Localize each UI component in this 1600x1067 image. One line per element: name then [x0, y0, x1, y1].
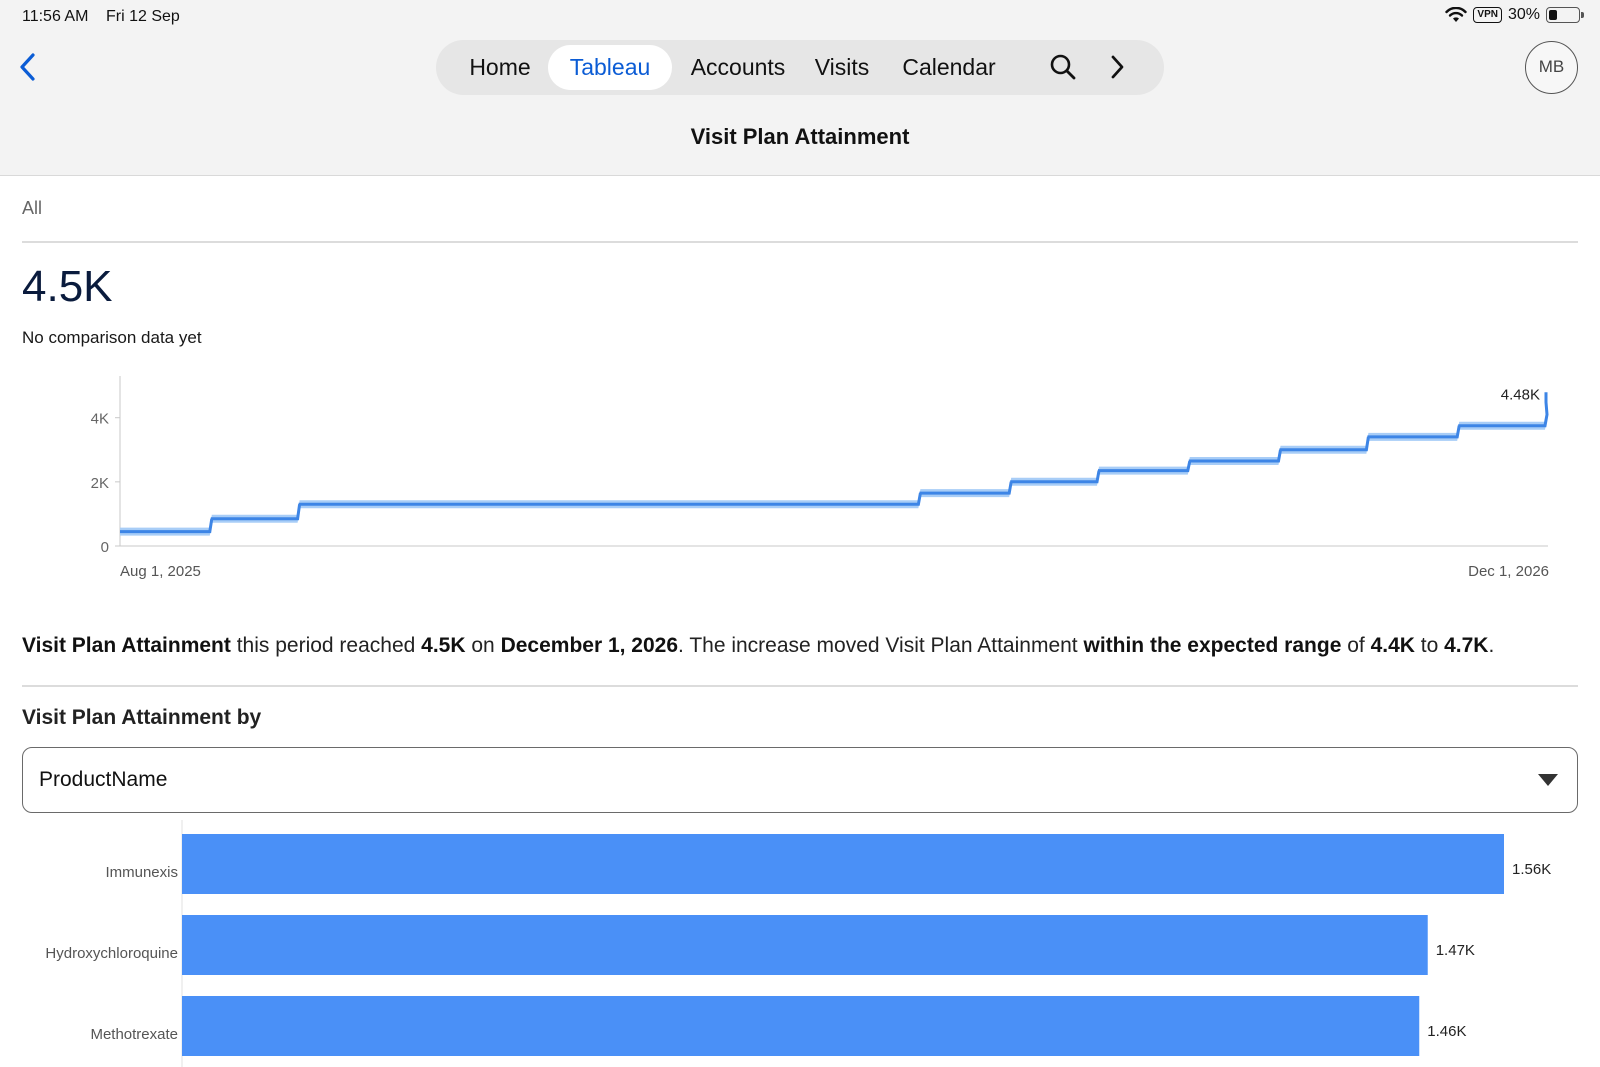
- filter-label[interactable]: All: [22, 198, 42, 219]
- insight-text-part: . The increase moved Visit Plan Attainme…: [678, 634, 1084, 657]
- tab-visits[interactable]: Visits: [804, 45, 880, 90]
- category-label: Hydroxychloroquine: [45, 945, 178, 962]
- battery-percentage: 30%: [1507, 6, 1540, 23]
- chevron-left-icon: [20, 53, 35, 81]
- status-indicators: VPN 30%: [1445, 6, 1584, 24]
- status-time: 11:56 AM: [22, 8, 89, 25]
- insight-text-part: Visit Plan Attainment: [22, 634, 231, 657]
- avatar[interactable]: MB: [1525, 41, 1578, 94]
- tab-accounts[interactable]: Accounts: [682, 45, 794, 90]
- insight-text-part: to: [1414, 634, 1445, 657]
- nav-tab-bar: Home Tableau Accounts Visits Calendar: [436, 40, 1164, 95]
- tab-calendar[interactable]: Calendar: [894, 45, 1004, 90]
- page-title: Visit Plan Attainment: [690, 124, 910, 149]
- insight-text-part: 4.7K: [1444, 634, 1489, 657]
- tab-tableau[interactable]: Tableau: [548, 45, 672, 90]
- bar[interactable]: [182, 915, 1428, 975]
- bar[interactable]: [182, 996, 1420, 1056]
- insight-text-part: of: [1341, 634, 1371, 657]
- dropdown-arrow-icon: [1538, 774, 1558, 786]
- back-button[interactable]: [14, 50, 44, 84]
- bar-value-label: 1.46K: [1427, 1023, 1466, 1040]
- category-label: Methotrexate: [90, 1026, 178, 1043]
- insight-text-part: .: [1488, 634, 1495, 657]
- kpi-subtitle: No comparison data yet: [22, 328, 202, 347]
- chevron-right-icon: [1111, 55, 1124, 79]
- bar-value-label: 1.56K: [1512, 861, 1551, 878]
- search-icon: [1050, 54, 1076, 80]
- y-tick-label: 4K: [91, 411, 109, 428]
- search-button[interactable]: [1048, 52, 1078, 82]
- x-end-label: Dec 1, 2026: [1468, 563, 1549, 580]
- expected-range-band: [120, 388, 1547, 536]
- kpi-value: 4.5K: [22, 262, 113, 311]
- bar[interactable]: [182, 834, 1504, 894]
- battery-icon: [1546, 7, 1584, 23]
- product-bar-chart: Immunexis 1.56K Hydroxychloroquine 1.47K Met…: [45, 820, 1551, 1067]
- end-value-label: 4.48K: [1501, 386, 1540, 403]
- battery-tip: [1581, 12, 1584, 18]
- insight-text-part: 4.5K: [421, 634, 466, 657]
- header-area: 11:56 AM Fri 12 Sep VPN 30% Home Tableau…: [0, 0, 1600, 176]
- vpn-badge: VPN: [1473, 7, 1502, 23]
- bar-value-label: 1.47K: [1436, 942, 1475, 959]
- battery-level-fill: [1549, 10, 1558, 20]
- status-date: Fri 12 Sep: [106, 8, 180, 25]
- tab-home[interactable]: Home: [444, 45, 556, 90]
- insight-text-part: 4.4K: [1370, 634, 1415, 657]
- insight-text-part: December 1, 2026: [500, 634, 679, 657]
- y-tick-label: 2K: [91, 475, 109, 492]
- dimension-select[interactable]: ProductName: [22, 747, 1578, 813]
- more-tabs-button[interactable]: [1102, 52, 1132, 82]
- trend-line-chart: 0 2K 4K 4.48K Aug 1, 2025 Dec 1, 2026: [91, 376, 1549, 580]
- breakdown-title: Visit Plan Attainment by: [22, 706, 262, 729]
- insight-text-part: on: [465, 634, 501, 657]
- wifi-icon: [1445, 7, 1468, 22]
- divider: [22, 241, 1578, 243]
- dimension-select-value: ProductName: [39, 768, 168, 791]
- insight-text-part: this period reached: [230, 634, 422, 657]
- x-start-label: Aug 1, 2025: [120, 563, 201, 580]
- series-line: [120, 392, 1549, 534]
- divider: [22, 685, 1578, 687]
- insight-text-part: within the expected range: [1083, 634, 1342, 657]
- y-tick-label: 0: [101, 539, 109, 556]
- insight-summary: Visit Plan Attainment this period reache…: [22, 634, 1582, 658]
- status-bar: 11:56 AM Fri 12 Sep VPN 30%: [0, 0, 1600, 34]
- category-label: Immunexis: [105, 864, 178, 881]
